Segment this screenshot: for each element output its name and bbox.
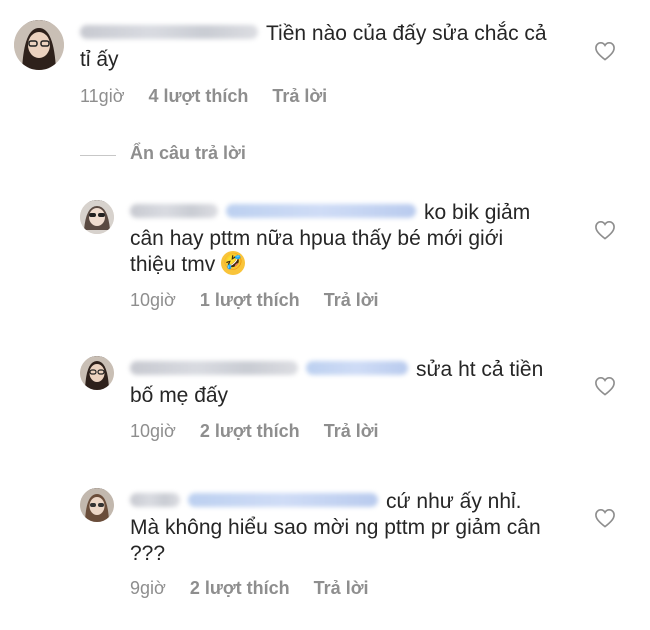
comment-meta: 9giờ 2 lượt thích Trả lời bbox=[130, 578, 393, 599]
comment-text: sửa ht cả tiền bố mẹ đấy bbox=[130, 357, 550, 409]
likes-count[interactable]: 2 lượt thích bbox=[190, 578, 290, 598]
avatar[interactable] bbox=[80, 356, 114, 390]
heart-icon[interactable] bbox=[594, 220, 616, 240]
comment-meta: 10giờ 2 lượt thích Trả lời bbox=[130, 421, 403, 442]
comment-time: 10giờ bbox=[130, 290, 176, 310]
reply-button[interactable]: Trả lời bbox=[314, 578, 369, 598]
comment-text: Tiền nào của đấy sửa chắc cả tỉ ấy bbox=[80, 21, 550, 73]
blurred-mention[interactable] bbox=[188, 493, 378, 508]
comment-text: ko bik giảm cân hay pttm nữa hpua thấy b… bbox=[130, 200, 550, 278]
blurred-mention[interactable] bbox=[306, 361, 408, 376]
heart-icon[interactable] bbox=[594, 376, 616, 396]
blurred-username[interactable] bbox=[80, 25, 258, 40]
blurred-username[interactable] bbox=[130, 361, 298, 376]
likes-count[interactable]: 1 lượt thích bbox=[200, 290, 300, 310]
comment-time: 10giờ bbox=[130, 421, 176, 441]
reply-button[interactable]: Trả lời bbox=[324, 290, 379, 310]
likes-count[interactable]: 4 lượt thích bbox=[149, 86, 249, 106]
heart-icon[interactable] bbox=[594, 41, 616, 61]
blurred-username[interactable] bbox=[130, 204, 218, 219]
comment-time: 9giờ bbox=[130, 578, 166, 598]
avatar[interactable] bbox=[14, 20, 64, 70]
laughing-emoji-icon: 🤣 bbox=[221, 251, 246, 276]
reply-button[interactable]: Trả lời bbox=[324, 421, 379, 441]
comment-meta: 11giờ 4 lượt thích Trả lời bbox=[80, 86, 351, 107]
comment-meta: 10giờ 1 lượt thích Trả lời bbox=[130, 290, 403, 311]
comment-time: 11giờ bbox=[80, 86, 125, 106]
likes-count[interactable]: 2 lượt thích bbox=[200, 421, 300, 441]
replies-divider bbox=[80, 155, 116, 156]
blurred-username[interactable] bbox=[130, 493, 180, 508]
avatar[interactable] bbox=[80, 488, 114, 522]
blurred-mention[interactable] bbox=[226, 204, 416, 219]
hide-replies-button[interactable]: Ẩn câu trả lời bbox=[130, 143, 246, 164]
comment-text: cứ như ấy nhỉ. Mà không hiểu sao mời ng … bbox=[130, 489, 550, 567]
avatar[interactable] bbox=[80, 200, 114, 234]
reply-button[interactable]: Trả lời bbox=[272, 86, 327, 106]
heart-icon[interactable] bbox=[594, 508, 616, 528]
